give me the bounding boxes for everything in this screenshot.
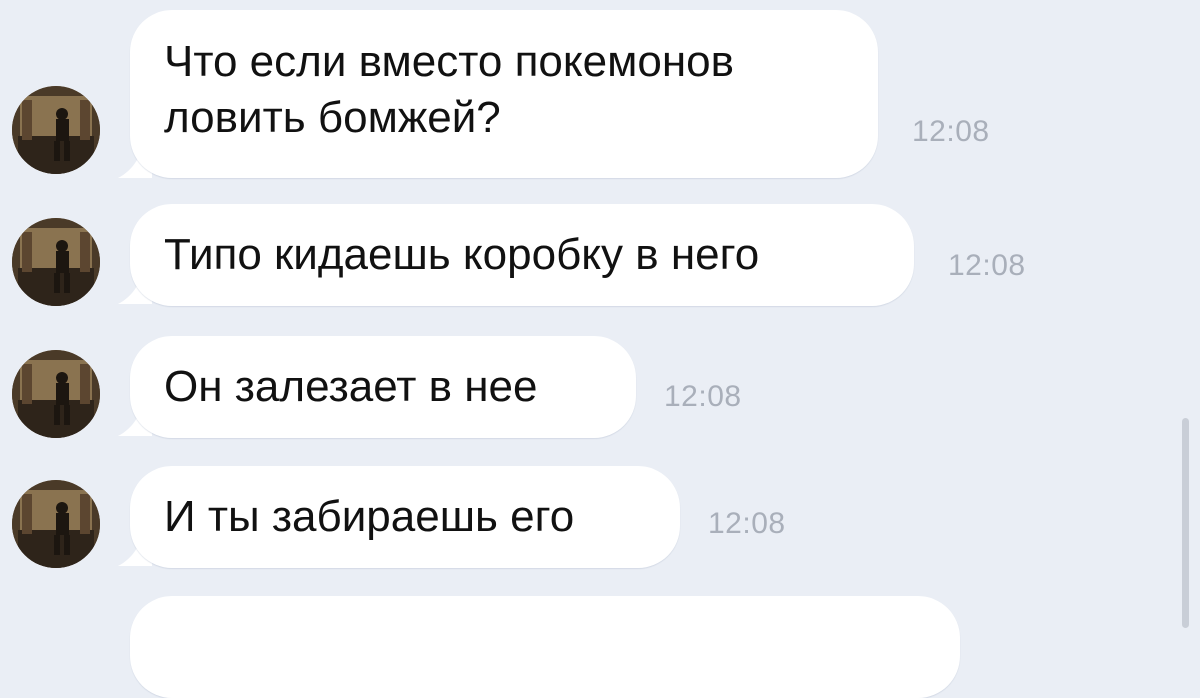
message-bubble[interactable]: Типо кидаешь коробку в него [130,204,914,306]
message-bubble[interactable]: И ты забираешь его [130,466,680,568]
message-bubble-partial[interactable] [130,596,960,698]
avatar[interactable] [12,480,100,568]
avatar[interactable] [12,86,100,174]
avatar[interactable] [12,218,100,306]
message-bubble[interactable]: Что если вместо покемонов ловить бомжей? [130,10,878,178]
message-time: 12:08 [948,249,1026,282]
message-text: Он залезает в нее [164,362,538,411]
chat-scrollbar[interactable] [1182,418,1189,628]
avatar-photo [12,86,100,174]
message-time: 12:08 [708,507,786,540]
message-time: 12:08 [912,115,990,148]
avatar-photo [12,218,100,306]
message-text: Что если вместо покемонов ловить бомжей? [164,37,734,142]
message-text: Типо кидаешь коробку в него [164,230,760,279]
message-bubble[interactable]: Он залезает в нее [130,336,636,438]
avatar-photo [12,350,100,438]
message-time: 12:08 [664,380,742,413]
avatar-photo [12,480,100,568]
message-text: И ты забираешь его [164,492,575,541]
avatar[interactable] [12,350,100,438]
chat-history[interactable]: Что если вместо покемонов ловить бомжей?… [0,0,1200,698]
